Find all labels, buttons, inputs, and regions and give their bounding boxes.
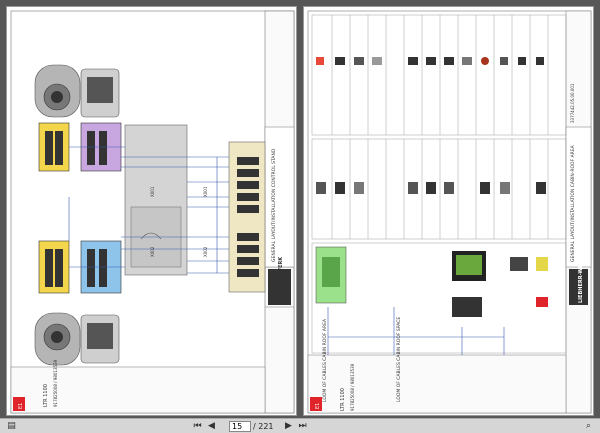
left-brand-logo: LIEBHERR-WERK bbox=[278, 256, 284, 303]
right-section-title: GENERAL LAYOUT/INSTALLATION CABIN-ROOF A… bbox=[570, 144, 576, 262]
right-code: 3377442.05.00.001 bbox=[570, 83, 575, 123]
right-model: LTR 1100 bbox=[340, 388, 346, 411]
document-page-left: X001 X001 X002 X002 GENERAL LAYOUT/INSTA… bbox=[6, 6, 297, 416]
left-doc-numbers: 917825008 / 98013539 bbox=[53, 359, 58, 407]
pdf-viewer: X001 X001 X002 X002 GENERAL LAYOUT/INSTA… bbox=[0, 0, 600, 433]
loom-label-1: LOOM OF CABLES CABIN ROOF AREA bbox=[322, 318, 328, 402]
wire-label-2: X001 bbox=[203, 186, 208, 197]
document-page-right: LOOM OF CABLES CABIN ROOF AREA LOOM OF C… bbox=[303, 6, 594, 416]
left-model: LTR 1100 bbox=[43, 384, 49, 407]
first-page-button[interactable]: ⏮ bbox=[192, 421, 203, 432]
last-page-button[interactable]: ⏭ bbox=[297, 421, 308, 432]
page-count-label: / 221 bbox=[253, 422, 274, 431]
viewer-toolbar: ⏮ ◀ / 221 ▶ ⏭ ▤ ⌕ bbox=[0, 418, 600, 433]
loom-label-2: LOOM OF CABLES CABIN ROOF SPACE bbox=[396, 317, 402, 402]
wiring-diagram-right: LOOM OF CABLES CABIN ROOF AREA LOOM OF C… bbox=[307, 10, 592, 414]
search-icon[interactable]: ⌕ bbox=[583, 421, 594, 432]
right-brand-logo: LIEBHERR-WERK bbox=[578, 256, 584, 303]
wiring-diagram-left: X001 X001 X002 X002 GENERAL LAYOUT/INSTA… bbox=[10, 10, 295, 414]
next-page-button[interactable]: ▶ bbox=[283, 421, 294, 432]
wire-label-3: X002 bbox=[150, 246, 155, 257]
left-section-title: GENERAL LAYOUT/INSTALLATION CONTROL STAN… bbox=[271, 148, 277, 262]
menu-icon[interactable]: ▤ bbox=[6, 421, 17, 432]
previous-page-button[interactable]: ◀ bbox=[206, 421, 217, 432]
right-sheet-label: E1 bbox=[315, 403, 321, 409]
page-number-input[interactable] bbox=[229, 421, 251, 432]
wire-label-4: X002 bbox=[203, 246, 208, 257]
left-sheet-label: E1 bbox=[18, 403, 24, 409]
right-doc-numbers: 917825008 / 98013539 bbox=[350, 363, 355, 411]
wire-label-1: X001 bbox=[150, 186, 155, 197]
